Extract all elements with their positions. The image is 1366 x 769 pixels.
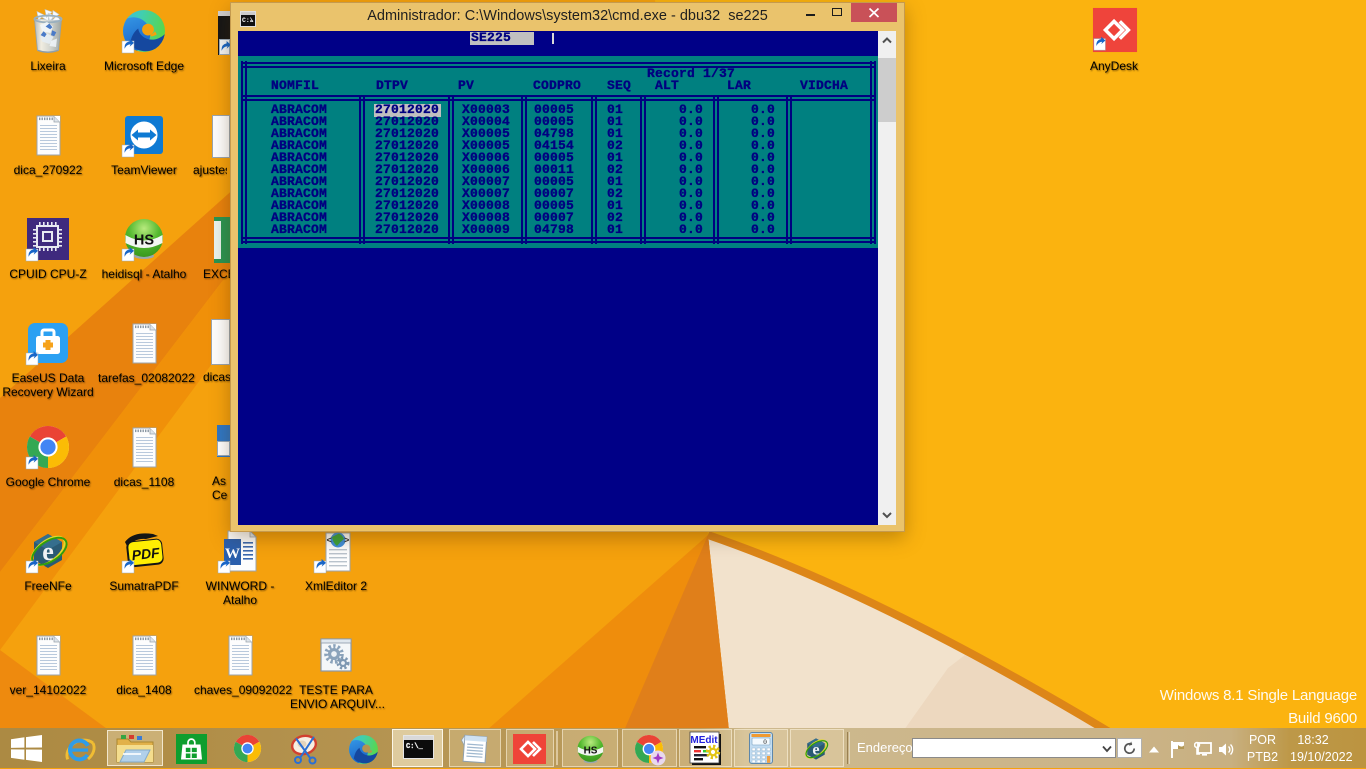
svg-text:W: W: [225, 546, 240, 562]
svg-text:0: 0: [763, 739, 767, 746]
svg-text:MEdit: MEdit: [690, 735, 718, 746]
svg-text:HS: HS: [584, 745, 598, 756]
svg-text:>: >: [344, 536, 349, 546]
svg-text:PDF: PDF: [131, 544, 161, 563]
svg-text:HS: HS: [134, 233, 154, 249]
svg-text:<: <: [327, 536, 332, 546]
